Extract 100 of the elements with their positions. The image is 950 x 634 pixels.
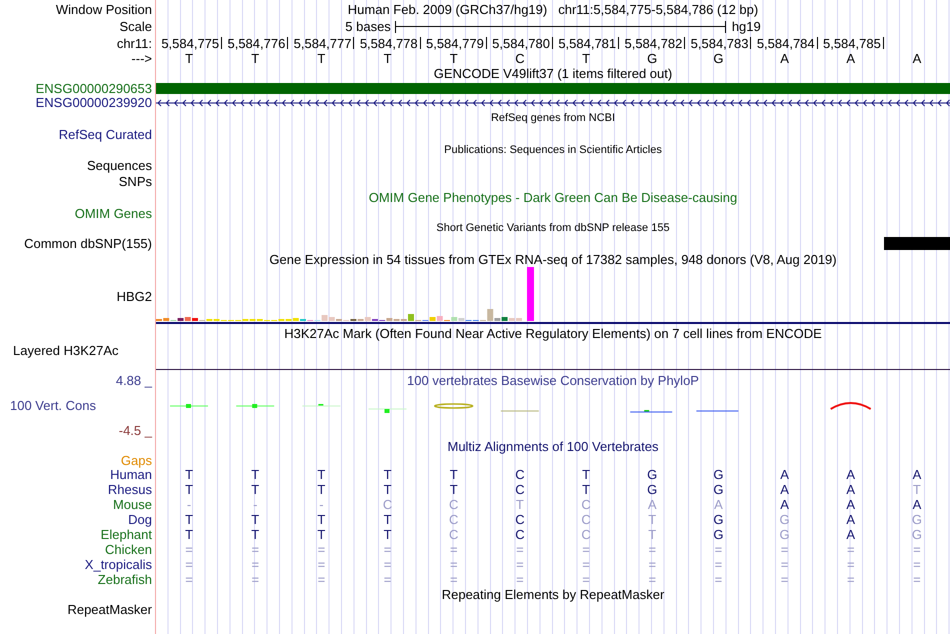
- base-letter: A: [780, 498, 789, 511]
- base-letter: G: [647, 52, 658, 65]
- track-title: GENCODE V49lift37 (1 items filtered out): [434, 67, 672, 80]
- base-letter: G: [780, 528, 790, 541]
- ruler-position: 5,584,779: [426, 36, 484, 50]
- species-label[interactable]: X_tropicalis: [84, 558, 152, 571]
- track-label[interactable]: OMIM Genes: [74, 206, 152, 220]
- base-letter: =: [913, 558, 921, 571]
- track-title: 100 vertebrates Basewise Conservation by PhyloP: [407, 373, 699, 388]
- base-letter: C: [515, 52, 525, 65]
- base-letter: C: [581, 498, 591, 511]
- base-letter: C: [515, 513, 525, 526]
- base-letter: =: [714, 543, 722, 556]
- species-label[interactable]: Mouse: [112, 498, 152, 511]
- track-label[interactable]: RepeatMasker: [67, 603, 152, 616]
- base-letter: A: [912, 468, 922, 481]
- track-label[interactable]: Common dbSNP(155): [24, 237, 152, 250]
- base-letter: T: [251, 528, 260, 541]
- base-letter: T: [384, 52, 392, 65]
- base-letter: =: [251, 543, 260, 556]
- base-letter: A: [912, 52, 922, 65]
- base-letter: =: [714, 558, 722, 571]
- base-letter: T: [251, 483, 260, 496]
- base-letter: =: [582, 573, 590, 586]
- base-letter: T: [384, 483, 392, 496]
- base-letter: G: [713, 513, 724, 526]
- strand-label[interactable]: --->: [131, 52, 152, 65]
- species-label[interactable]: Chicken: [105, 543, 152, 556]
- base-letter: =: [780, 543, 788, 556]
- track-title: Publications: Sequences in Scientific Articles: [444, 144, 662, 156]
- track-label[interactable]: RefSeq Curated: [58, 128, 152, 140]
- row-label[interactable]: Scale: [119, 20, 152, 33]
- base-letter: =: [582, 558, 590, 571]
- base-letter: G: [713, 528, 724, 541]
- base-letter: =: [251, 573, 260, 586]
- base-letter: =: [516, 558, 524, 571]
- ruler-position: 5,584,777: [294, 36, 352, 50]
- base-letter: =: [318, 573, 326, 586]
- base-letter: =: [846, 558, 855, 571]
- base-letter: T: [317, 52, 326, 65]
- base-letter: C: [382, 498, 392, 511]
- position-text: chr11:5,584,775-5,584,786 (12 bp): [558, 2, 758, 16]
- base-letter: A: [912, 498, 922, 511]
- base-letter: =: [913, 543, 921, 556]
- base-letter: A: [714, 498, 723, 511]
- ruler-position: 5,584,782: [624, 36, 682, 50]
- base-letter: =: [780, 573, 788, 586]
- base-letter: =: [516, 573, 524, 586]
- base-letter: C: [449, 513, 458, 526]
- scale-text: 5 bases: [345, 20, 391, 33]
- base-letter: T: [450, 468, 458, 481]
- base-letter: A: [846, 483, 856, 496]
- ruler-position: 5,584,778: [360, 36, 418, 50]
- base-letter: =: [318, 543, 326, 556]
- track-label[interactable]: Layered H3K27Ac: [13, 344, 119, 356]
- variant-block[interactable]: [884, 237, 950, 250]
- base-letter: T: [185, 52, 194, 65]
- gene-label[interactable]: ENSG00000239920: [36, 96, 152, 109]
- gene-label[interactable]: ENSG00000290653: [36, 82, 152, 94]
- species-label[interactable]: Human: [110, 468, 152, 481]
- species-label[interactable]: Dog: [128, 513, 152, 526]
- base-letter: T: [251, 468, 260, 481]
- species-label[interactable]: Zebrafish: [98, 573, 152, 586]
- track-label[interactable]: 100 Vert. Cons: [0, 398, 152, 413]
- track-label[interactable]: HBG2: [116, 290, 152, 302]
- base-letter: T: [912, 483, 921, 496]
- base-letter: =: [185, 558, 193, 571]
- track-label[interactable]: Sequences: [86, 159, 152, 172]
- base-letter: A: [648, 498, 657, 511]
- axis-min-label: -4.5 _: [118, 423, 152, 438]
- base-letter: A: [846, 528, 856, 541]
- track-title: RefSeq genes from NCBI: [490, 112, 616, 124]
- row-label[interactable]: chr11:: [116, 36, 152, 50]
- base-letter: G: [912, 528, 922, 541]
- base-letter: T: [317, 483, 326, 496]
- species-label[interactable]: Rhesus: [108, 483, 152, 496]
- base-letter: T: [317, 513, 326, 526]
- base-letter: -: [186, 498, 192, 511]
- base-letter: G: [647, 483, 658, 496]
- base-letter: C: [515, 483, 525, 496]
- base-letter: G: [647, 468, 658, 481]
- row-label[interactable]: Window Position: [56, 2, 152, 16]
- base-letter: =: [846, 573, 855, 586]
- base-letter: T: [185, 528, 194, 541]
- base-letter: =: [318, 558, 326, 571]
- base-letter: A: [846, 498, 856, 511]
- species-label[interactable]: Elephant: [100, 528, 152, 541]
- base-letter: C: [515, 528, 525, 541]
- ruler-position: 5,584,780: [492, 36, 550, 50]
- base-letter: C: [449, 528, 458, 541]
- base-letter: =: [251, 558, 260, 571]
- track-title: OMIM Gene Phenotypes - Dark Green Can Be Disease-causing: [368, 191, 738, 204]
- track-label[interactable]: SNPs: [118, 174, 152, 188]
- assembly-label: hg19: [732, 20, 761, 33]
- base-letter: T: [582, 468, 590, 481]
- base-letter: T: [384, 528, 392, 541]
- base-letter: -: [319, 498, 324, 511]
- base-letter: T: [648, 528, 656, 541]
- base-letter: C: [515, 468, 525, 481]
- base-letter: A: [846, 468, 856, 481]
